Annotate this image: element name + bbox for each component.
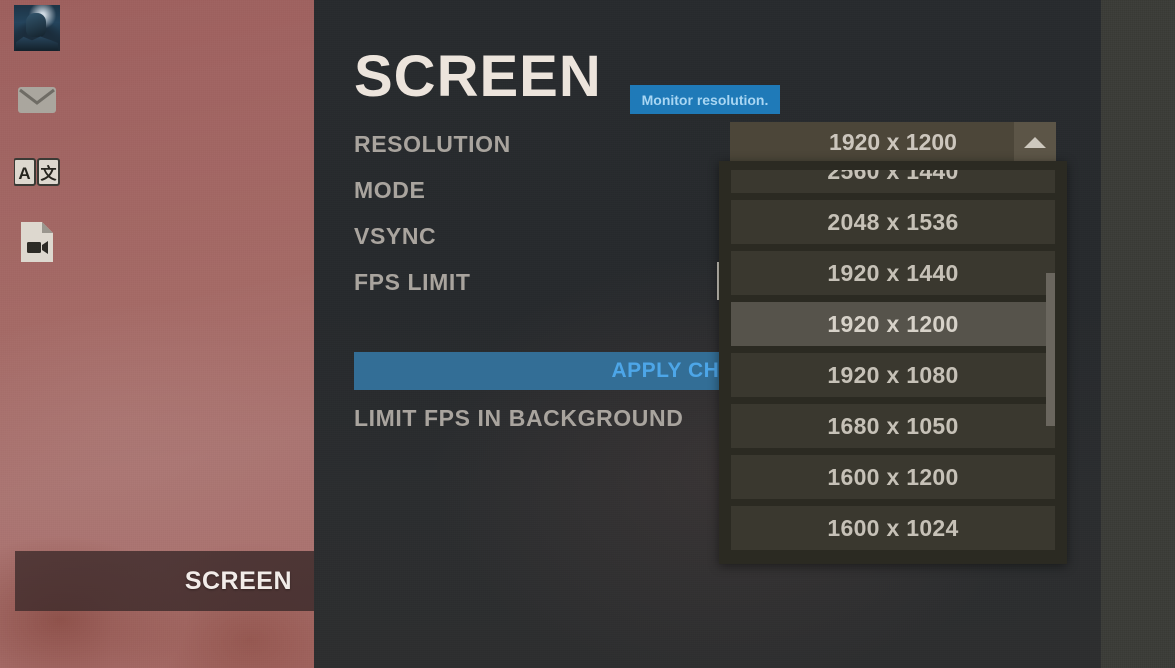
resolution-option[interactable]: 2048 x 1536 [731, 200, 1055, 244]
translate-button[interactable]: A 文 [0, 155, 74, 189]
resolution-option[interactable]: 1920 x 1200 [731, 302, 1055, 346]
envelope-icon [18, 87, 56, 113]
sidebar-item-screen[interactable]: SCREEN [15, 551, 314, 611]
sidebar-item-label: SCREEN [184, 566, 292, 595]
setting-label-limit-fps-in-background: LIMIT FPS IN BACKGROUND [354, 405, 684, 431]
resolution-option-label: 1600 x 1200 [827, 463, 959, 490]
toolbar-noise-overlay [1101, 0, 1175, 668]
page-title: SCREEN [354, 44, 602, 109]
svg-text:A: A [18, 164, 30, 183]
resolution-option-label: 1600 x 1024 [827, 514, 959, 541]
chevron-up-icon[interactable] [1014, 122, 1056, 162]
right-toolbar [1101, 0, 1175, 668]
resolution-option-label: 1920 x 1440 [827, 259, 959, 286]
resolution-option-label: 2048 x 1536 [827, 208, 959, 235]
video-file-icon [21, 222, 53, 262]
dropdown-scrollbar-thumb[interactable] [1046, 273, 1055, 426]
resolution-option[interactable]: 1920 x 1080 [731, 353, 1055, 397]
translate-icon: A 文 [14, 158, 60, 186]
resolution-option[interactable]: 1680 x 1050 [731, 404, 1055, 448]
chevron-up-glyph [1024, 136, 1046, 148]
resolution-option[interactable]: 1920 x 1440 [731, 251, 1055, 295]
svg-text:文: 文 [40, 164, 57, 183]
setting-label-resolution: RESOLUTION [354, 131, 511, 157]
resolution-option-label: 1920 x 1200 [827, 310, 959, 337]
resolution-option[interactable]: 2560 x 1440 [731, 170, 1055, 193]
setting-label-vsync: VSYNC [354, 223, 437, 249]
resolution-dropdown-header[interactable]: 1920 x 1200 [730, 122, 1056, 162]
video-file-button[interactable] [0, 220, 74, 264]
resolution-option-label: 1920 x 1080 [827, 361, 959, 388]
resolution-option[interactable]: 1600 x 1024 [731, 506, 1055, 550]
resolution-option-label: 2560 x 1440 [827, 170, 959, 184]
messages-button[interactable] [0, 82, 74, 118]
avatar-thumbnail [14, 5, 60, 51]
setting-label-mode: MODE [354, 177, 426, 203]
resolution-option-label: 1680 x 1050 [827, 412, 959, 439]
resolution-selected-value: 1920 x 1200 [829, 128, 957, 155]
tooltip-monitor-resolution: Monitor resolution. [630, 85, 780, 114]
game-options-screen: OPTIONS USER INTERFACE AUDIO CONTROLS SC… [0, 0, 1175, 668]
tooltip-text: Monitor resolution. [641, 91, 769, 108]
setting-label-fps-limit: FPS LIMIT [354, 269, 471, 295]
resolution-option[interactable]: 1600 x 1200 [731, 455, 1055, 499]
resolution-dropdown-viewport: 2560 x 1440 2048 x 1536 1920 x 1440 1920 x … [731, 170, 1055, 555]
resolution-option-list: 2560 x 1440 2048 x 1536 1920 x 1440 1920 x … [731, 170, 1055, 555]
dropdown-scrollbar[interactable] [1046, 170, 1055, 555]
avatar[interactable] [0, 5, 74, 51]
resolution-dropdown-panel: 2560 x 1440 2048 x 1536 1920 x 1440 1920 x … [719, 161, 1067, 564]
